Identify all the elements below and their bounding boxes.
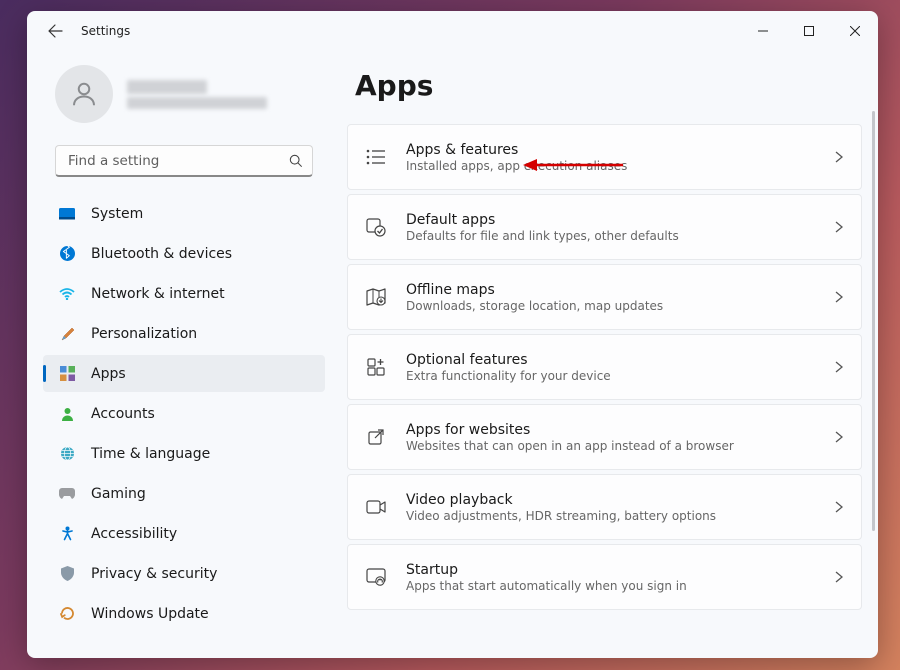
person-icon <box>69 79 99 109</box>
map-icon <box>364 285 388 309</box>
window-title: Settings <box>81 24 130 38</box>
gaming-icon <box>59 486 75 502</box>
maximize-icon <box>804 26 814 36</box>
list-icon <box>364 145 388 169</box>
main-panel: Apps Apps & features Installed apps, app… <box>337 51 878 658</box>
nav-label: System <box>91 206 143 222</box>
update-icon <box>59 606 75 622</box>
back-arrow-icon <box>47 23 63 39</box>
chevron-right-icon <box>835 361 843 373</box>
chevron-right-icon <box>835 571 843 583</box>
chevron-right-icon <box>835 151 843 163</box>
nav-item-apps[interactable]: Apps <box>43 355 325 392</box>
globe-icon <box>59 446 75 462</box>
settings-card-list: Apps & features Installed apps, app exec… <box>347 124 862 610</box>
window-controls <box>740 15 878 47</box>
minimize-icon <box>758 26 768 36</box>
nav-label: Privacy & security <box>91 566 217 582</box>
card-subtitle: Apps that start automatically when you s… <box>406 579 835 593</box>
card-title: Apps & features <box>406 142 835 158</box>
nav-label: Network & internet <box>91 286 225 302</box>
card-subtitle: Websites that can open in an app instead… <box>406 439 835 453</box>
close-icon <box>850 26 860 36</box>
external-link-icon <box>364 425 388 449</box>
video-icon <box>364 495 388 519</box>
card-title: Startup <box>406 562 835 578</box>
card-title: Default apps <box>406 212 835 228</box>
nav-label: Accessibility <box>91 526 177 542</box>
card-video-playback[interactable]: Video playback Video adjustments, HDR st… <box>347 474 862 540</box>
chevron-right-icon <box>835 431 843 443</box>
card-optional-features[interactable]: Optional features Extra functionality fo… <box>347 334 862 400</box>
card-subtitle: Video adjustments, HDR streaming, batter… <box>406 509 835 523</box>
card-offline-maps[interactable]: Offline maps Downloads, storage location… <box>347 264 862 330</box>
optional-features-icon <box>364 355 388 379</box>
system-icon <box>59 206 75 222</box>
nav-label: Gaming <box>91 486 146 502</box>
nav-item-network[interactable]: Network & internet <box>43 275 325 312</box>
nav-item-system[interactable]: System <box>43 195 325 232</box>
card-subtitle: Extra functionality for your device <box>406 369 835 383</box>
startup-icon <box>364 565 388 589</box>
scrollbar-thumb[interactable] <box>872 111 875 531</box>
nav-label: Apps <box>91 366 126 382</box>
close-button[interactable] <box>832 15 878 47</box>
card-subtitle: Defaults for file and link types, other … <box>406 229 835 243</box>
nav-item-windows-update[interactable]: Windows Update <box>43 595 325 632</box>
search-icon <box>289 154 303 168</box>
chevron-right-icon <box>835 291 843 303</box>
content-area: System Bluetooth & devices Network & int… <box>27 51 878 658</box>
chevron-right-icon <box>835 221 843 233</box>
accessibility-icon <box>59 526 75 542</box>
page-title: Apps <box>355 69 862 102</box>
user-text <box>127 80 267 109</box>
bluetooth-icon <box>59 246 75 262</box>
settings-window: Settings <box>27 11 878 658</box>
card-startup[interactable]: Startup Apps that start automatically wh… <box>347 544 862 610</box>
wifi-icon <box>59 286 75 302</box>
accounts-icon <box>59 406 75 422</box>
brush-icon <box>59 326 75 342</box>
default-apps-icon <box>364 215 388 239</box>
search-box <box>55 145 313 177</box>
card-apps-features[interactable]: Apps & features Installed apps, app exec… <box>347 124 862 190</box>
nav-item-personalization[interactable]: Personalization <box>43 315 325 352</box>
card-subtitle: Installed apps, app execution aliases <box>406 159 835 173</box>
minimize-button[interactable] <box>740 15 786 47</box>
card-title: Optional features <box>406 352 835 368</box>
nav-item-gaming[interactable]: Gaming <box>43 475 325 512</box>
user-account-row[interactable] <box>43 59 325 141</box>
user-email-blurred <box>127 97 267 109</box>
nav-item-accessibility[interactable]: Accessibility <box>43 515 325 552</box>
user-name-blurred <box>127 80 207 94</box>
search-input[interactable] <box>55 145 313 177</box>
nav-item-bluetooth[interactable]: Bluetooth & devices <box>43 235 325 272</box>
sidebar: System Bluetooth & devices Network & int… <box>27 51 337 658</box>
apps-icon <box>59 366 75 382</box>
nav-label: Accounts <box>91 406 155 422</box>
card-subtitle: Downloads, storage location, map updates <box>406 299 835 313</box>
avatar <box>55 65 113 123</box>
chevron-right-icon <box>835 501 843 513</box>
nav-item-time-language[interactable]: Time & language <box>43 435 325 472</box>
card-title: Apps for websites <box>406 422 835 438</box>
nav-list: System Bluetooth & devices Network & int… <box>43 195 325 632</box>
card-apps-for-websites[interactable]: Apps for websites Websites that can open… <box>347 404 862 470</box>
scrollbar[interactable] <box>872 111 875 611</box>
back-button[interactable] <box>35 11 75 51</box>
nav-label: Bluetooth & devices <box>91 246 232 262</box>
nav-label: Time & language <box>91 446 210 462</box>
nav-item-privacy[interactable]: Privacy & security <box>43 555 325 592</box>
card-default-apps[interactable]: Default apps Defaults for file and link … <box>347 194 862 260</box>
card-title: Offline maps <box>406 282 835 298</box>
titlebar: Settings <box>27 11 878 51</box>
nav-item-accounts[interactable]: Accounts <box>43 395 325 432</box>
maximize-button[interactable] <box>786 15 832 47</box>
nav-label: Windows Update <box>91 606 209 622</box>
nav-label: Personalization <box>91 326 197 342</box>
card-title: Video playback <box>406 492 835 508</box>
shield-icon <box>59 566 75 582</box>
